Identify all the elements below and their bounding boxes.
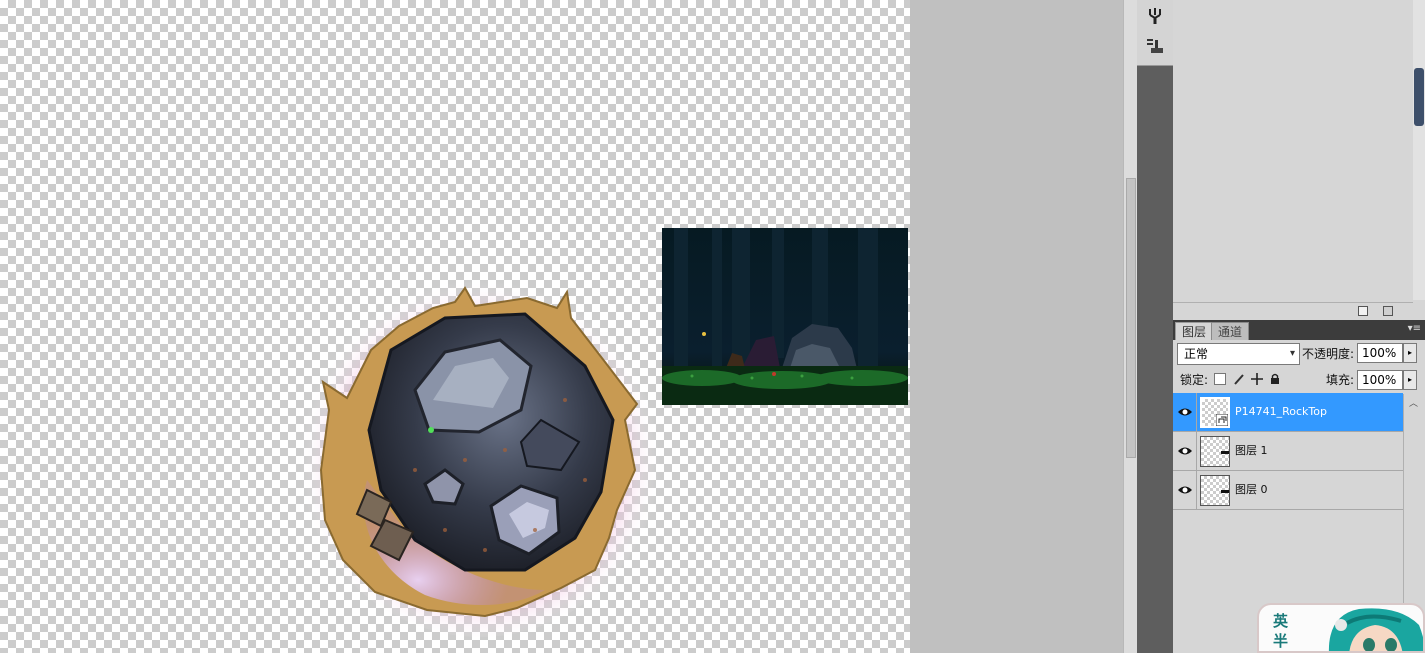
brush-preset-icon[interactable] — [1145, 6, 1165, 26]
panel-menu-icon[interactable]: ▾≡ — [1408, 323, 1421, 334]
layer-thumbnail — [1200, 436, 1230, 467]
mascot-text-line1: 英 — [1273, 612, 1289, 630]
document-canvas[interactable] — [0, 0, 910, 653]
visibility-toggle[interactable] — [1173, 471, 1197, 510]
tool-preset-icon[interactable] — [1145, 36, 1165, 56]
visibility-toggle[interactable] — [1173, 393, 1197, 432]
lock-pixels-icon[interactable] — [1233, 373, 1245, 385]
blend-mode-select[interactable]: 正常 ▾ — [1177, 343, 1300, 365]
layer-thumbnail — [1200, 475, 1230, 506]
lock-position-icon[interactable] — [1251, 373, 1263, 385]
layer-thumbnail — [1200, 397, 1230, 428]
layer-row-1[interactable]: 图层 1 — [1173, 432, 1403, 471]
layer-row-rocktop[interactable]: P14741_RockTop — [1173, 393, 1403, 432]
canvas-scrollbar-thumb[interactable] — [1126, 178, 1136, 458]
canvas-scrollbar[interactable] — [1123, 0, 1137, 653]
eye-icon — [1178, 486, 1192, 494]
smart-object-icon — [1216, 414, 1228, 426]
scroll-up-icon[interactable]: ︿ — [1409, 396, 1418, 409]
blend-mode-value: 正常 — [1184, 347, 1209, 361]
tab-layers[interactable]: 图层 — [1175, 322, 1214, 340]
opacity-label: 不透明度: — [1302, 347, 1355, 361]
mascot-character — [1328, 608, 1423, 651]
blend-opacity-row: 正常 ▾ 不透明度: 100% ▸ — [1173, 342, 1425, 368]
fill-input[interactable]: 100% — [1357, 370, 1403, 390]
chevron-down-icon: ▾ — [1289, 348, 1295, 359]
pasteboard — [910, 0, 1123, 653]
lock-transparent-icon[interactable] — [1214, 373, 1226, 385]
forest-preview-image — [662, 228, 908, 405]
fill-slider-button[interactable]: ▸ — [1403, 370, 1417, 390]
layer-name: 图层 1 — [1235, 444, 1268, 457]
layer-name: 图层 0 — [1235, 483, 1268, 496]
upper-panel-scrollbar[interactable] — [1413, 0, 1425, 300]
eye-icon — [1178, 408, 1192, 416]
lock-label: 锁定: — [1180, 373, 1209, 387]
right-panel-area: 图层 通道 ▾≡ 正常 ▾ 不透明度: 100% ▸ 锁定: 填充: 100% … — [1173, 0, 1425, 653]
rock-meteor-sprite — [300, 273, 660, 637]
dock-icon-group — [1137, 0, 1173, 66]
fill-label: 填充: — [1326, 373, 1355, 387]
mascot-text-line2: 半 — [1273, 632, 1289, 650]
upper-panel-scrollbar-thumb[interactable] — [1414, 68, 1424, 126]
visibility-toggle[interactable] — [1173, 432, 1197, 471]
layer-row-0[interactable]: 图层 0 — [1173, 471, 1403, 510]
layers-tabbar: 图层 通道 ▾≡ — [1173, 320, 1425, 340]
tab-channels[interactable]: 通道 — [1211, 322, 1250, 340]
layer-name: P14741_RockTop — [1235, 405, 1327, 418]
mascot-widget[interactable]: 英 半 — [1257, 603, 1425, 653]
opacity-input[interactable]: 100% — [1357, 343, 1403, 363]
lock-all-icon[interactable] — [1269, 373, 1281, 385]
new-item-icon[interactable] — [1358, 306, 1368, 316]
mascot-text: 英 半 — [1273, 611, 1288, 651]
panel-dock — [1137, 0, 1173, 653]
upper-panel-footer — [1173, 302, 1413, 318]
upper-panel — [1173, 0, 1425, 318]
opacity-slider-button[interactable]: ▸ — [1403, 343, 1417, 363]
trash-icon[interactable] — [1383, 306, 1393, 316]
eye-icon — [1178, 447, 1192, 455]
